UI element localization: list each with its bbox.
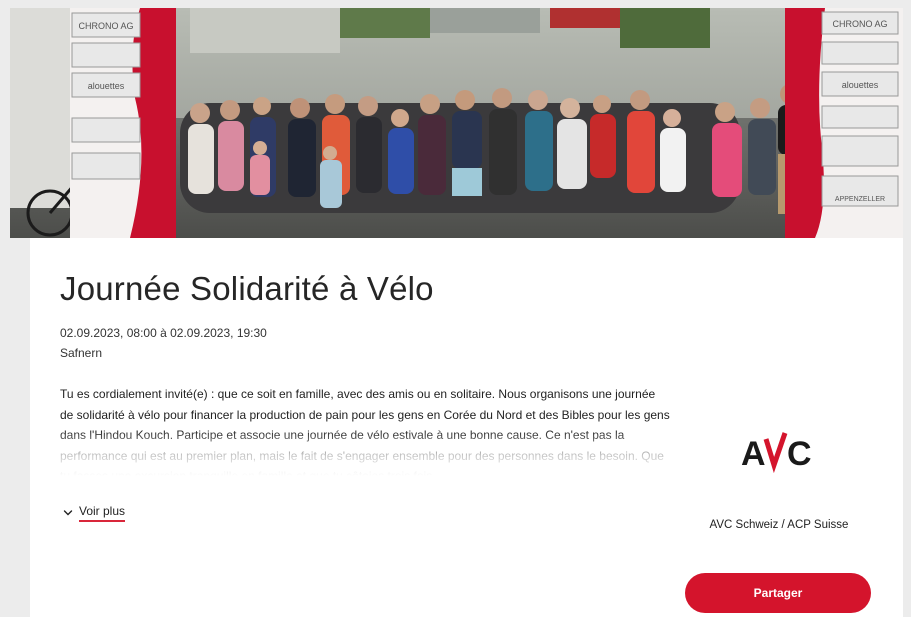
svg-text:CHRONO AG: CHRONO AG — [832, 19, 887, 29]
show-more-link[interactable]: Voir plus — [63, 504, 126, 522]
svg-text:alouettes: alouettes — [88, 81, 125, 91]
group-photo: CHRONO AG alouettes CHRONO AG alouettes — [10, 8, 903, 238]
show-more-label: Voir plus — [79, 504, 126, 522]
svg-text:APPENZELLER: APPENZELLER — [835, 196, 885, 203]
svg-text:A: A — [741, 435, 766, 473]
banner-left: CHRONO AG alouettes — [70, 8, 176, 238]
event-location: Safnern — [60, 346, 103, 360]
event-datetime: 02.09.2023, 08:00 à 02.09.2023, 19:30 — [60, 326, 267, 340]
share-button[interactable]: Partager — [685, 573, 871, 613]
svg-text:C: C — [787, 435, 812, 473]
svg-text:alouettes: alouettes — [842, 80, 879, 90]
event-title: Journée Solidarité à Vélo — [60, 270, 434, 307]
svg-text:CHRONO AG: CHRONO AG — [78, 21, 133, 31]
event-description: Tu es cordialement invité(e) : que ce so… — [60, 387, 670, 476]
organizer-logo: A C — [741, 432, 812, 474]
organizer-name: AVC Schweiz / ACP Suisse — [709, 519, 849, 531]
banner-right: CHRONO AG alouettes APPENZELLER — [785, 8, 903, 238]
event-card: Journée Solidarité à Vélo 02.09.2023, 08… — [30, 238, 903, 617]
page-frame: CHRONO AG alouettes CHRONO AG alouettes — [0, 0, 911, 617]
hero-photo: CHRONO AG alouettes CHRONO AG alouettes — [10, 8, 903, 238]
chevron-down-icon — [63, 510, 73, 516]
